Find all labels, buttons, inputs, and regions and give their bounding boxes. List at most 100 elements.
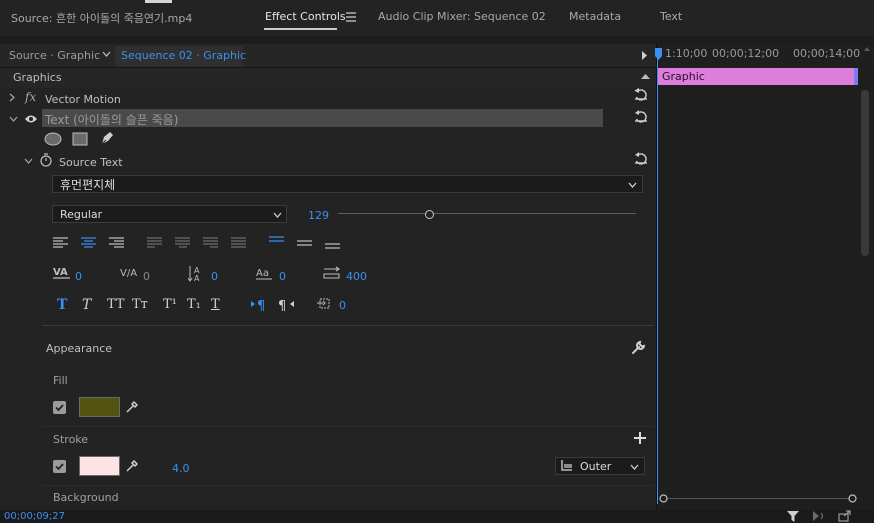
chevron-down-icon[interactable]	[102, 51, 111, 58]
scroll-up-arrow-icon[interactable]	[864, 46, 870, 51]
align-top-icon[interactable]	[269, 236, 285, 246]
collapse-chevron-icon[interactable]	[9, 116, 18, 122]
justify-all-icon[interactable]	[231, 237, 247, 250]
wrench-icon[interactable]	[631, 340, 646, 355]
rtl-direction-icon[interactable]: ¶	[278, 298, 296, 312]
stroke-label: Stroke	[53, 433, 89, 446]
tsume-icon[interactable]	[323, 266, 343, 280]
section-divider	[42, 325, 654, 326]
tab-audio-clip-mixer[interactable]: Audio Clip Mixer: Sequence 02	[378, 10, 546, 23]
rectangle-mask-icon[interactable]	[72, 132, 88, 146]
all-caps-icon[interactable]: TT	[107, 297, 125, 312]
align-bottom-icon[interactable]	[325, 243, 341, 253]
subscript-icon[interactable]: T₁	[187, 297, 201, 312]
text-layer-label[interactable]: Text (아이돌의 슬픈 죽음)	[45, 111, 178, 128]
tsume-value[interactable]: 400	[346, 270, 367, 283]
tab-width-value[interactable]: 0	[339, 299, 346, 312]
kerning-icon[interactable]: VA	[52, 265, 72, 281]
stroke-checkbox[interactable]	[53, 460, 66, 473]
chevron-down-icon[interactable]	[273, 212, 282, 218]
graphics-section-header	[0, 68, 656, 88]
fill-checkbox[interactable]	[53, 401, 66, 414]
playhead-line[interactable]	[657, 52, 658, 504]
vector-motion-label: Vector Motion	[45, 93, 121, 106]
chevron-down-icon[interactable]	[628, 182, 637, 188]
zoom-handle-left[interactable]	[659, 494, 668, 503]
graphic-clip-label: Graphic	[662, 70, 705, 83]
align-center-icon[interactable]	[81, 237, 97, 250]
faux-bold-icon[interactable]: T	[57, 297, 67, 313]
filter-icon[interactable]	[787, 510, 800, 523]
align-middle-icon[interactable]	[297, 240, 313, 250]
eye-visibility-icon[interactable]	[24, 114, 38, 124]
clip-end-handle[interactable]	[854, 68, 858, 85]
svg-text:¶: ¶	[278, 299, 286, 312]
tracking-icon[interactable]: V/A	[119, 265, 139, 281]
stroke-divider	[42, 485, 654, 486]
expand-chevron-icon[interactable]	[9, 93, 15, 102]
reset-icon[interactable]	[634, 110, 648, 123]
ltr-direction-icon[interactable]: ¶	[251, 298, 269, 312]
active-tab-underline	[264, 28, 337, 30]
svg-text:¶: ¶	[257, 299, 265, 312]
align-right-icon[interactable]	[109, 237, 125, 250]
baseline-shift-value[interactable]: 0	[279, 270, 286, 283]
small-caps-icon[interactable]: Tт	[132, 297, 148, 312]
vertical-scrollbar[interactable]	[861, 90, 869, 256]
tab-metadata[interactable]: Metadata	[569, 10, 621, 23]
superscript-icon[interactable]: T¹	[163, 297, 177, 312]
ruler-tick-label: 00;00;14;00	[793, 47, 861, 60]
horizontal-zoom-bar[interactable]	[663, 498, 852, 499]
fx-icon[interactable]: fx	[25, 90, 36, 104]
stroke-color-swatch[interactable]	[79, 456, 120, 476]
add-stroke-icon[interactable]	[634, 432, 646, 444]
export-frame-icon[interactable]	[838, 510, 852, 522]
svg-text:VA: VA	[53, 267, 68, 278]
font-size-slider-knob[interactable]	[425, 210, 434, 219]
tab-text[interactable]: Text	[660, 10, 682, 23]
tab-effect-controls[interactable]: Effect Controls	[265, 10, 346, 23]
justify-right-icon[interactable]	[203, 237, 219, 250]
ellipse-mask-icon[interactable]	[44, 132, 62, 146]
tab-width-icon[interactable]	[317, 296, 333, 312]
eyedropper-icon[interactable]	[125, 459, 139, 473]
play-audio-icon[interactable]	[812, 510, 826, 522]
tab-source[interactable]: Source: 흔한 아이돌의 죽음연기.mp4	[11, 10, 192, 26]
justify-left-icon[interactable]	[147, 237, 163, 250]
stroke-width-value[interactable]: 4.0	[172, 462, 190, 475]
panel-menu-icon[interactable]	[346, 12, 356, 22]
kerning-value[interactable]: 0	[75, 270, 82, 283]
fill-color-swatch[interactable]	[79, 397, 120, 417]
collapse-up-icon[interactable]	[641, 73, 650, 80]
font-family-value: 휴먼편지체	[60, 178, 116, 192]
zoom-handle-right[interactable]	[848, 494, 857, 503]
faux-italic-icon[interactable]: T	[82, 297, 91, 313]
sequence-clip-label[interactable]: Sequence 02 · Graphic	[121, 49, 246, 62]
justify-center-icon[interactable]	[175, 237, 191, 250]
leading-value[interactable]: 0	[211, 270, 218, 283]
stopwatch-icon[interactable]	[40, 153, 52, 167]
font-family-dropdown[interactable]	[52, 175, 643, 193]
current-timecode[interactable]: 00;00;09;27	[4, 511, 65, 522]
reset-icon[interactable]	[634, 152, 648, 165]
chevron-down-icon[interactable]	[630, 464, 639, 470]
tab-indicator-mark	[145, 0, 172, 3]
pen-tool-icon[interactable]	[99, 131, 115, 147]
tracking-value[interactable]: 0	[143, 270, 150, 283]
eyedropper-icon[interactable]	[125, 400, 139, 414]
align-left-icon[interactable]	[53, 237, 69, 250]
graphics-section-label: Graphics	[13, 71, 62, 84]
baseline-shift-icon[interactable]: Aa	[256, 265, 276, 281]
svg-text:A: A	[194, 274, 200, 282]
leading-icon[interactable]: AA	[188, 264, 208, 282]
font-size-value[interactable]: 129	[308, 209, 329, 222]
underline-icon[interactable]: T	[211, 297, 220, 312]
reset-icon[interactable]	[634, 88, 648, 101]
play-triangle-icon[interactable]	[641, 51, 648, 60]
font-size-slider-track[interactable]	[338, 213, 636, 214]
ruler-tick-label: 00;00;12;00	[712, 47, 780, 60]
fill-divider	[42, 426, 654, 427]
collapse-chevron-icon[interactable]	[24, 158, 33, 164]
master-clip-label[interactable]: Source · Graphic	[9, 49, 100, 62]
stroke-position-value: Outer	[580, 460, 612, 473]
